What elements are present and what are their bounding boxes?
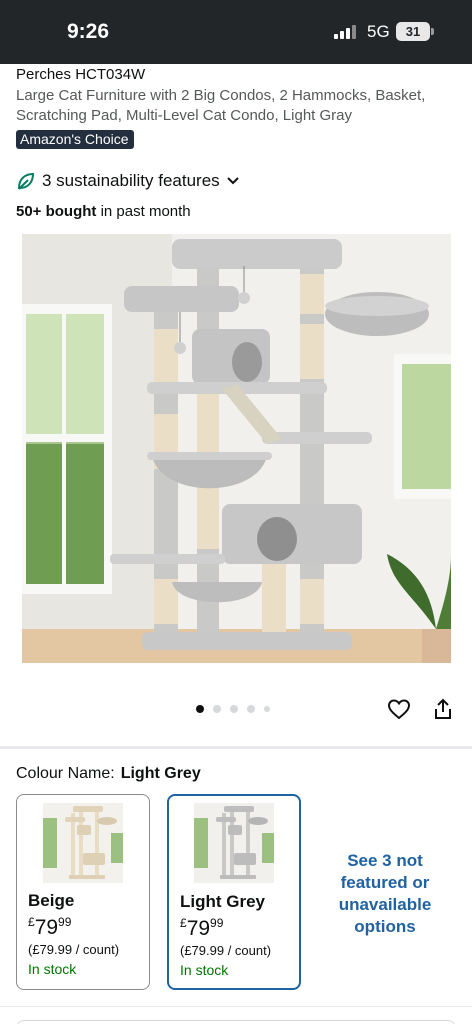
product-title: Large Cat Furniture with 2 Big Condos, 2…	[16, 87, 426, 124]
price-currency: £	[28, 915, 35, 929]
carousel-dot[interactable]	[213, 705, 221, 713]
colour-option-beige[interactable]: Beige £7999 (£79.99 / count) In stock	[16, 794, 150, 990]
wishlist-button[interactable]	[387, 697, 411, 726]
sustainability-label: 3 sustainability features	[42, 171, 220, 190]
carousel-dot[interactable]	[196, 705, 204, 713]
option-price: £7999	[28, 915, 71, 940]
battery-icon: 31	[396, 22, 430, 41]
bought-suffix: in past month	[96, 203, 191, 220]
price-whole: 79	[34, 916, 59, 939]
option-name: Beige	[28, 891, 75, 910]
product-image[interactable]	[22, 234, 451, 663]
carousel-dot[interactable]	[247, 705, 255, 713]
option-stock: In stock	[28, 961, 77, 977]
colour-option-light-grey[interactable]: Light Grey £7999 (£79.99 / count) In sto…	[167, 794, 301, 990]
amazons-choice-badge[interactable]: Amazon's Choice	[16, 130, 134, 149]
heart-icon	[387, 699, 411, 720]
section-divider	[0, 1006, 472, 1007]
image-carousel-dots[interactable]	[196, 705, 279, 713]
section-divider	[0, 746, 472, 749]
share-icon	[435, 698, 451, 719]
status-time: 9:26	[67, 20, 110, 43]
colour-label-text: Colour Name:	[16, 765, 115, 782]
cat-tree-product-photo	[22, 234, 451, 663]
sustainability-features[interactable]: 3 sustainability features	[16, 170, 240, 192]
leaf-icon	[17, 172, 35, 190]
bought-in-past-month: 50+ bought in past month	[16, 203, 191, 220]
price-fraction: 99	[210, 916, 224, 930]
brand-line[interactable]: Perches HCT034W	[16, 66, 145, 83]
price-fraction: 99	[58, 915, 72, 929]
carousel-dot[interactable]	[264, 706, 270, 712]
next-section-card	[16, 1020, 456, 1024]
bought-count: 50+ bought	[16, 203, 97, 220]
share-button[interactable]	[432, 697, 454, 726]
colour-selected-value: Light Grey	[120, 765, 201, 782]
see-unavailable-options-link[interactable]: See 3 not featured or unavailable option…	[332, 850, 438, 938]
carousel-dot[interactable]	[230, 705, 238, 713]
option-unit-price: (£79.99 / count)	[28, 942, 120, 957]
option-name: Light Grey	[180, 892, 266, 911]
battery-cap	[431, 28, 434, 35]
option-unit-price: (£79.99 / count)	[180, 943, 272, 958]
option-price: £7999	[180, 916, 223, 941]
beige-cat-tree-thumbnail	[43, 803, 123, 883]
signal-icon	[334, 25, 358, 39]
status-bar: 9:26 5G 31	[0, 0, 472, 64]
option-stock: In stock	[180, 962, 229, 978]
light-grey-cat-tree-thumbnail	[194, 803, 274, 883]
chevron-down-icon	[226, 177, 239, 185]
network-type: 5G	[367, 22, 390, 41]
price-currency: £	[180, 916, 187, 930]
price-whole: 79	[186, 917, 211, 940]
colour-label: Colour Name: Light Grey	[16, 765, 201, 783]
